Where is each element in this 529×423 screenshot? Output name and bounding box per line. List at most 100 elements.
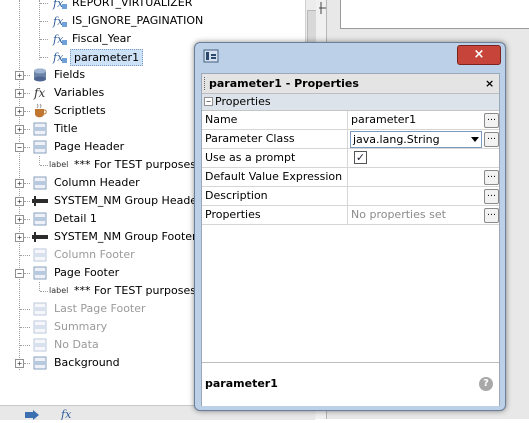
tree-item-label: *** For TEST purposes o — [74, 158, 207, 171]
tree-item-label: Column Footer — [54, 248, 135, 261]
edit-ellipsis-button[interactable]: … — [484, 113, 499, 128]
label-element-icon: label — [49, 160, 69, 169]
collapse-icon[interactable]: − — [15, 143, 24, 152]
edit-ellipsis-button[interactable]: … — [484, 189, 499, 204]
tree-connector — [40, 57, 48, 58]
property-row-parameter-class[interactable]: Parameter Class java.lang.String … — [202, 130, 499, 149]
parameter-class-select[interactable]: java.lang.String — [350, 131, 482, 148]
edit-ellipsis-button[interactable]: … — [484, 132, 499, 147]
app-icon — [203, 48, 219, 64]
column-separator — [347, 187, 348, 205]
property-row-description[interactable]: Description … — [202, 187, 499, 206]
tree-item-label: Page Header — [54, 140, 125, 153]
property-name: Description — [205, 189, 268, 202]
tree-item-label: Scriptlets — [54, 104, 106, 117]
collapse-icon[interactable]: − — [15, 269, 24, 278]
select-value: java.lang.String — [353, 133, 440, 146]
band-icon — [32, 265, 48, 281]
fx-variables-icon: fx — [33, 85, 49, 101]
database-icon — [32, 67, 48, 83]
properties-panel-header: parameter1 - Properties × — [202, 74, 499, 94]
tree-item-label: Detail 1 — [54, 212, 97, 225]
section-label: Properties — [215, 95, 271, 108]
label-element-icon: label — [49, 286, 69, 295]
edit-ellipsis-button[interactable]: … — [484, 208, 499, 223]
report-tab-icon[interactable] — [24, 408, 42, 420]
tree-item-is-ignore-pagination[interactable]: fx IS_IGNORE_PAGINATION — [0, 12, 300, 30]
tree-connector — [20, 327, 30, 328]
tree-item-label: parameter1 — [70, 49, 144, 66]
expand-icon[interactable]: + — [15, 179, 24, 188]
expand-icon[interactable]: + — [15, 197, 24, 206]
tree-connector — [24, 219, 30, 220]
close-button[interactable]: × — [457, 45, 501, 65]
band-icon — [32, 301, 48, 317]
expand-icon[interactable]: + — [15, 107, 24, 116]
fx-parameter-icon: fx — [52, 49, 68, 65]
expand-icon[interactable]: + — [15, 233, 24, 242]
column-separator — [347, 130, 348, 148]
band-icon — [32, 337, 48, 353]
tree-item-report-virtualizer[interactable]: fx REPORT_VIRTUALIZER — [0, 0, 300, 12]
expand-icon[interactable]: + — [15, 125, 24, 134]
tree-connector — [24, 147, 30, 148]
property-description-area: parameter1 ? — [202, 362, 499, 406]
use-as-prompt-checkbox[interactable]: ✓ — [354, 151, 367, 164]
tree-connector — [24, 75, 30, 76]
chevron-down-icon[interactable] — [471, 137, 479, 142]
expand-icon[interactable]: + — [15, 359, 24, 368]
fx-parameter-icon: fx — [52, 31, 68, 47]
property-name: Parameter Class — [205, 132, 295, 145]
tree-connector — [24, 111, 30, 112]
tree-connector — [24, 93, 30, 94]
property-row-properties[interactable]: Properties No properties set … — [202, 206, 499, 225]
tree-item-label: No Data — [54, 338, 99, 351]
edit-ellipsis-button[interactable]: … — [484, 170, 499, 185]
tree-connector — [20, 345, 30, 346]
property-name: Default Value Expression — [205, 170, 343, 183]
tree-item-label: SYSTEM_NM Group Header 1 — [54, 194, 213, 207]
band-icon — [32, 355, 48, 371]
group-band-icon — [31, 193, 48, 209]
properties-value[interactable]: No properties set — [351, 206, 446, 224]
property-row-use-as-prompt[interactable]: Use as a prompt ✓ — [202, 149, 499, 168]
tree-item-label: REPORT_VIRTUALIZER — [72, 0, 193, 9]
property-row-default-value-expression[interactable]: Default Value Expression … — [202, 168, 499, 187]
collapse-icon[interactable]: − — [204, 97, 213, 106]
dialog-title-bar[interactable]: × — [195, 43, 505, 71]
svg-text:fx: fx — [33, 86, 45, 100]
property-name: Name — [205, 113, 238, 126]
group-band-icon — [31, 229, 48, 245]
band-icon — [32, 175, 48, 191]
column-separator — [347, 149, 348, 167]
tree-item-label: Summary — [54, 320, 108, 333]
tree-item-label: Background — [54, 356, 120, 369]
band-icon — [32, 319, 48, 335]
band-icon — [32, 247, 48, 263]
drag-grip-icon[interactable] — [204, 77, 208, 90]
property-row-name[interactable]: Name parameter1 … — [202, 111, 499, 130]
tree-connector — [24, 129, 30, 130]
name-value[interactable]: parameter1 — [351, 111, 416, 129]
properties-section-header[interactable]: − Properties — [202, 94, 499, 111]
panel-close-icon[interactable]: × — [485, 74, 494, 93]
tree-item-label: SYSTEM_NM Group Footer 1 — [54, 230, 208, 243]
tree-item-label: Last Page Footer — [54, 302, 146, 315]
expand-icon[interactable]: + — [15, 89, 24, 98]
properties-dialog: × parameter1 - Properties × − Properties… — [194, 42, 506, 411]
expand-icon[interactable]: + — [15, 71, 24, 80]
fx-tab-icon[interactable]: fx — [60, 406, 78, 421]
expand-icon[interactable]: + — [15, 215, 24, 224]
property-name: Use as a prompt — [205, 151, 296, 164]
properties-sheet: parameter1 - Properties × − Properties N… — [201, 73, 500, 406]
fx-parameter-icon: fx — [52, 13, 68, 29]
tree-item-label: Variables — [54, 86, 105, 99]
tree-guide-line — [39, 156, 40, 165]
tree-connector — [20, 255, 30, 256]
report-page[interactable] — [340, 0, 529, 29]
help-icon[interactable]: ? — [479, 377, 493, 391]
band-icon — [32, 211, 48, 227]
tree-connector — [24, 183, 30, 184]
tree-connector — [40, 291, 48, 292]
band-icon — [32, 139, 48, 155]
